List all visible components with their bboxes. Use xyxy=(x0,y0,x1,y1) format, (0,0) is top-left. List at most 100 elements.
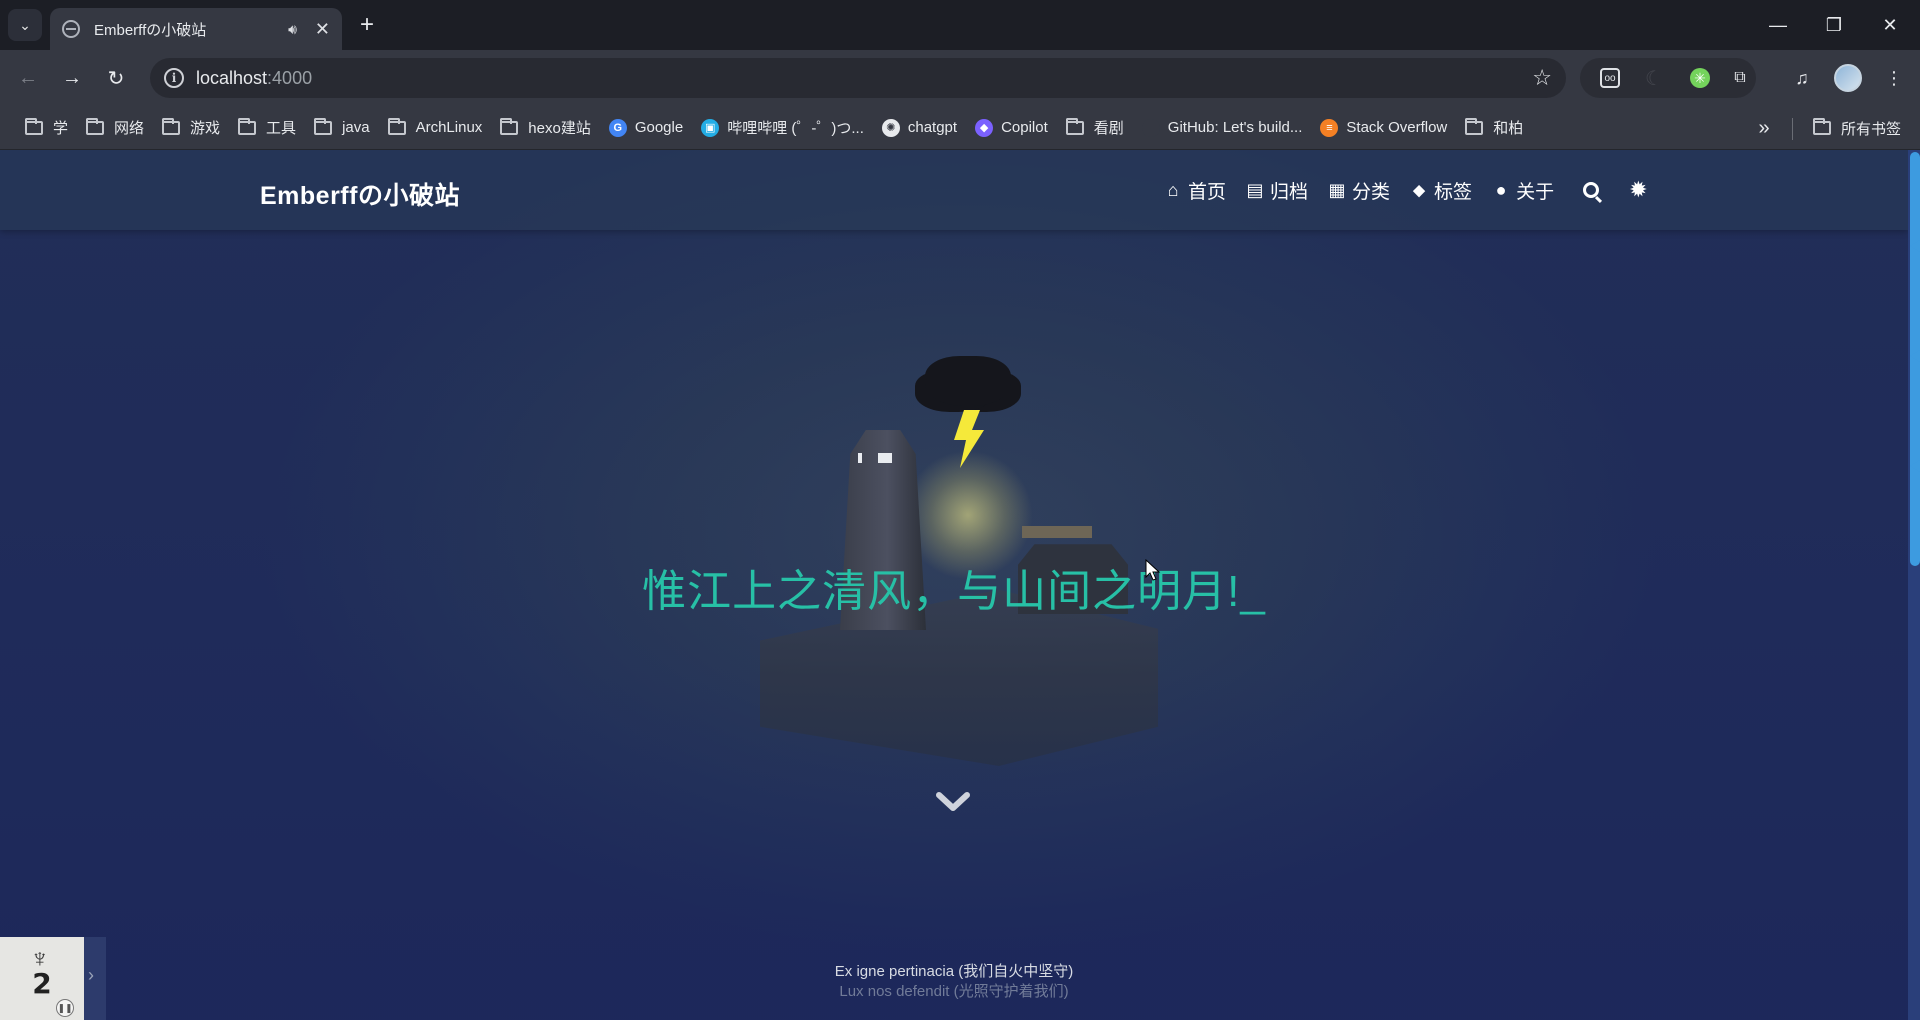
page-scrollbar[interactable] xyxy=(1908,150,1920,1020)
all-bookmarks-button[interactable]: 所有书签 xyxy=(1804,112,1910,144)
category-icon: ▦ xyxy=(1328,179,1346,200)
scrollbar-marker xyxy=(1910,460,1920,472)
back-arrow-icon[interactable]: ← xyxy=(12,62,44,94)
expand-player-chevron-icon[interactable]: › xyxy=(88,965,94,986)
more-bookmarks-chevron-icon[interactable]: » xyxy=(1750,112,1778,144)
album-cover[interactable]: ♆ 2 ❚❚ xyxy=(0,937,84,1020)
folder-icon xyxy=(25,117,43,135)
copilot-icon: ◆ xyxy=(975,118,994,137)
bookmark-label: 看剧 xyxy=(1093,120,1124,137)
bookmark-item[interactable]: ≡ Stack Overflow xyxy=(1311,112,1456,144)
bookmark-item[interactable]: 工具 xyxy=(229,112,305,144)
tags-icon: ⬥ xyxy=(1412,179,1426,200)
bookmark-label: 学 xyxy=(53,120,69,137)
bookmark-label: 哔哩哔哩 (゜-゜)つ... xyxy=(727,120,864,137)
cover-number: 2 xyxy=(32,967,52,1000)
menu-item-home[interactable]: ⌂ 首页 xyxy=(1163,177,1226,204)
bookmark-label: ArchLinux xyxy=(415,119,483,136)
menu-item-categories[interactable]: ▦ 分类 xyxy=(1327,177,1391,204)
bookmark-item[interactable]: ◆ Copilot xyxy=(966,112,1057,144)
close-window-button[interactable]: ✕ xyxy=(1862,0,1918,50)
reload-icon[interactable]: ↻ xyxy=(100,62,132,94)
folder-icon xyxy=(1813,118,1831,135)
bookmark-label: 工具 xyxy=(266,120,297,137)
page-viewport: Emberffの小破站 ⌂ 首页 ▤ 归档 ▦ 分类 ⬥ 标签 ● 关于 ✹ 惟… xyxy=(0,150,1908,1020)
restore-window-button[interactable]: ❐ xyxy=(1806,0,1862,50)
bookmarks-separator xyxy=(1792,118,1793,140)
close-tab-icon[interactable]: ✕ xyxy=(315,19,330,40)
url-host: localhost xyxy=(196,68,268,88)
bookmark-label: 游戏 xyxy=(190,120,221,137)
bookmark-item[interactable]: java xyxy=(305,112,379,144)
media-controls-icon[interactable]: ♫ xyxy=(1786,62,1818,94)
tab-search-chevron-icon[interactable]: ⌄ xyxy=(8,9,42,41)
new-tab-button[interactable]: + xyxy=(352,10,382,40)
browser-tab-active[interactable]: Emberffの小破站 🔊︎ ✕ xyxy=(50,8,342,50)
bookmark-item[interactable]: hexo建站 xyxy=(491,112,600,144)
bilibili-icon: ▣ xyxy=(701,118,720,137)
minimize-window-button[interactable]: — xyxy=(1750,0,1806,50)
footer-line-1: Ex igne pertinacia (我们自火中坚守) xyxy=(834,963,1074,980)
site-brand[interactable]: Emberffの小破站 xyxy=(260,176,460,212)
bookmark-item[interactable]: 学 xyxy=(16,112,77,144)
bookmark-item[interactable]: GitHub: Let's build... xyxy=(1133,112,1312,144)
glasses-extension-icon[interactable]: oo xyxy=(1600,68,1620,88)
url-port: :4000 xyxy=(267,68,313,88)
bookmark-label: java xyxy=(342,119,370,136)
scroll-down-chevron-icon[interactable] xyxy=(936,790,970,814)
extensions-group: oo ☾ ✳ ⧉ xyxy=(1580,58,1756,98)
bookmark-label: Copilot xyxy=(1001,119,1048,136)
folder-icon xyxy=(1465,117,1484,135)
profile-avatar[interactable] xyxy=(1834,64,1862,92)
bookmark-label: 和柏 xyxy=(1493,120,1524,137)
search-icon[interactable] xyxy=(1583,182,1600,198)
dark-mode-extension-icon[interactable]: ☾ xyxy=(1644,68,1664,90)
address-url[interactable]: localhost:4000 xyxy=(196,68,312,89)
menu-item-label: 首页 xyxy=(1188,181,1227,203)
archive-icon: ▤ xyxy=(1246,179,1264,200)
bookmark-item[interactable]: 和柏 xyxy=(1456,112,1532,144)
footer-line-2: Lux nos defendit (光照守护着我们) xyxy=(839,983,1069,1000)
address-bar[interactable]: i localhost:4000 ☆ xyxy=(150,58,1566,98)
bookmark-item[interactable]: ▣ 哔哩哔哩 (゜-゜)つ... xyxy=(692,112,873,144)
sun-theme-toggle-icon[interactable]: ✹ xyxy=(1629,177,1647,203)
browser-tab-strip: ⌄ Emberffの小破站 🔊︎ ✕ + — ❐ ✕ xyxy=(0,0,1920,50)
puzzle-extensions-icon[interactable]: ⧉ xyxy=(1730,68,1750,88)
forward-arrow-icon[interactable]: → xyxy=(56,62,88,94)
bookmark-item[interactable]: ✺ chatgpt xyxy=(873,112,966,144)
bookmark-item[interactable]: 游戏 xyxy=(153,112,229,144)
menu-item-label: 关于 xyxy=(1516,181,1555,203)
site-header: Emberffの小破站 ⌂ 首页 ▤ 归档 ▦ 分类 ⬥ 标签 ● 关于 ✹ xyxy=(0,150,1908,230)
bookmark-star-icon[interactable]: ☆ xyxy=(1532,65,1552,91)
bookmark-label: hexo建站 xyxy=(528,120,591,137)
stackoverflow-icon: ≡ xyxy=(1320,118,1339,137)
pause-icon[interactable]: ❚❚ xyxy=(56,999,74,1017)
hero-subtitle: 惟江上之清风，与山间之明月!_ xyxy=(642,567,1266,616)
music-player[interactable]: ♆ 2 ❚❚ › xyxy=(0,937,106,1020)
menu-item-about[interactable]: ● 关于 xyxy=(1491,177,1554,204)
globe-favicon-icon xyxy=(62,20,80,38)
folder-icon xyxy=(500,117,519,135)
site-menu: ⌂ 首页 ▤ 归档 ▦ 分类 ⬥ 标签 ● 关于 ✹ xyxy=(1163,176,1648,204)
green-extension-icon[interactable]: ✳ xyxy=(1690,68,1710,88)
menu-item-archive[interactable]: ▤ 归档 xyxy=(1245,177,1309,204)
menu-item-label: 归档 xyxy=(1270,181,1309,203)
user-icon: ● xyxy=(1495,179,1507,200)
bookmark-item[interactable]: 看剧 xyxy=(1057,112,1133,144)
menu-item-tags[interactable]: ⬥ 标签 xyxy=(1409,177,1472,204)
lighthouse-window xyxy=(858,453,862,463)
speaker-icon[interactable]: 🔊︎ xyxy=(288,21,297,38)
bookmark-item[interactable]: G Google xyxy=(600,112,692,144)
folder-icon xyxy=(162,117,181,135)
folder-icon xyxy=(387,117,406,135)
browser-menu-icon[interactable]: ⋮ xyxy=(1878,62,1910,94)
bookmark-item[interactable]: ArchLinux xyxy=(379,112,492,144)
folder-icon xyxy=(238,117,257,135)
site-info-icon[interactable]: i xyxy=(164,68,184,88)
bookmark-label: GitHub: Let's build... xyxy=(1167,119,1303,136)
bookmark-label: Stack Overflow xyxy=(1346,119,1448,136)
hero-footer-text: Ex igne pertinacia (我们自火中坚守) Lux nos def… xyxy=(0,962,1908,1002)
scrollbar-marker xyxy=(1910,240,1920,252)
bookmark-item[interactable]: 网络 xyxy=(77,112,153,144)
menu-item-label: 分类 xyxy=(1352,181,1391,203)
